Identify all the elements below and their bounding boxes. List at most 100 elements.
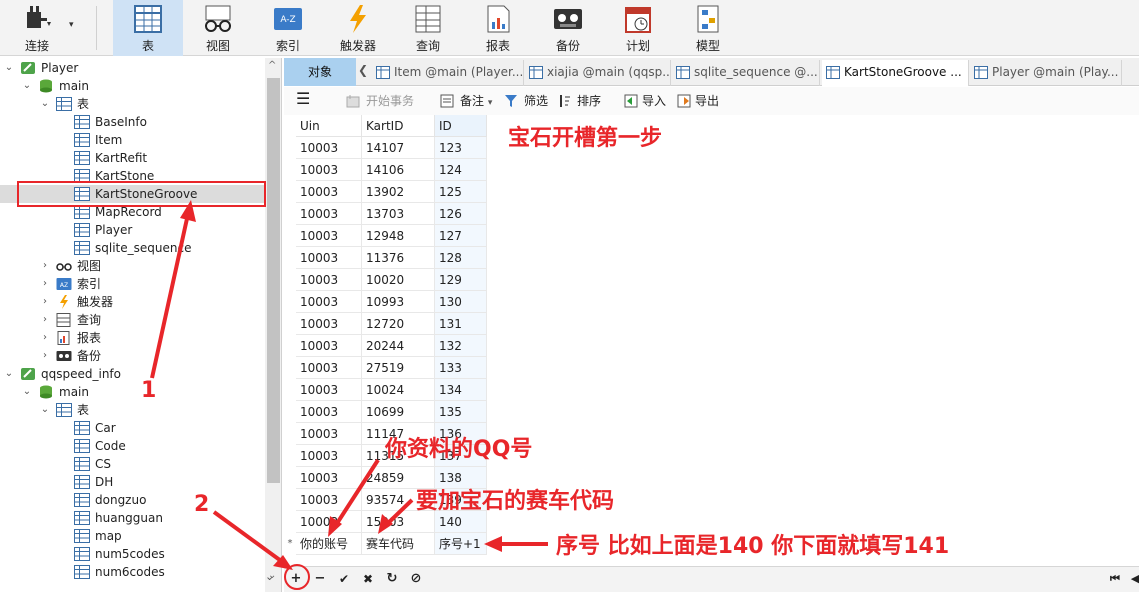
begin-transaction-button[interactable]: 开始事务 [346,92,414,110]
tree-group-reports[interactable]: › 报表 [0,329,265,347]
table-cell[interactable]: 10003 [296,159,362,181]
table-cell[interactable]: 132 [435,335,487,357]
tree-tables-folder-2[interactable]: ⌄ 表 [0,401,265,419]
new-row-id-cell[interactable]: 序号+1 [435,533,487,555]
table-cell[interactable]: 123 [435,137,487,159]
column-header-id[interactable]: ID [435,115,487,137]
table-cell[interactable]: 10003 [296,203,362,225]
tree-scrollbar[interactable]: ^ ⌄ [265,58,281,592]
trigger-button[interactable]: 触发器 [323,0,393,56]
tree-table-map[interactable]: map [0,527,265,545]
table-cell[interactable]: 10003 [296,313,362,335]
table-cell[interactable]: 13902 [362,181,435,203]
tab-scroll-left-icon[interactable]: ❮ [358,63,368,77]
new-row-kart-cell[interactable]: 赛车代码 [362,533,435,555]
sort-button[interactable]: 排序 [557,92,601,110]
table-cell[interactable]: 126 [435,203,487,225]
tree-table-kartstonegroove[interactable]: KartStoneGroove [0,185,265,203]
table-cell[interactable]: 127 [435,225,487,247]
table-cell[interactable]: 131 [435,313,487,335]
scroll-up-icon[interactable]: ^ [268,60,276,71]
chevron-right-icon[interactable]: › [40,311,50,329]
backup-button[interactable]: 备份 [533,0,603,56]
table-cell[interactable]: 125 [435,181,487,203]
model-button[interactable]: 模型 [673,0,743,56]
export-button[interactable]: 导出 [677,92,719,110]
table-cell[interactable]: 124 [435,159,487,181]
table-cell[interactable]: 10003 [296,291,362,313]
tree-group-queries[interactable]: › 查询 [0,311,265,329]
table-cell[interactable]: 10003 [296,489,362,511]
first-record-icon[interactable]: ⏮ [1106,570,1124,588]
tab-xiajia[interactable]: xiajia @main (qqsp... [525,60,671,86]
table-cell[interactable]: 134 [435,379,487,401]
table-cell[interactable]: 10020 [362,269,435,291]
table-cell[interactable]: 10003 [296,445,362,467]
tree-tables-folder[interactable]: ⌄ 表 [0,95,265,113]
report-button[interactable]: 报表 [463,0,533,56]
chevron-down-icon[interactable]: ⌄ [40,401,50,419]
tree-scrollbar-thumb[interactable] [267,78,280,483]
chevron-down-icon[interactable]: ⌄ [4,59,14,77]
add-record-button[interactable]: + [287,570,305,588]
tab-sqlite-sequence[interactable]: sqlite_sequence @... [672,60,820,86]
chevron-right-icon[interactable]: › [40,275,50,293]
tab-item[interactable]: Item @main (Player... [372,60,524,86]
import-button[interactable]: 导入 [624,92,666,110]
table-cell[interactable]: 10003 [296,181,362,203]
prev-record-icon[interactable]: ◀ [1126,570,1139,588]
tree-table-dh[interactable]: DH [0,473,265,491]
tab-objects[interactable]: 对象 [284,58,356,86]
chevron-right-icon[interactable]: › [40,293,50,311]
table-cell[interactable]: 10003 [296,335,362,357]
tree-db-player[interactable]: ⌄ Player [0,59,265,77]
tree-table-maprecord[interactable]: MapRecord [0,203,265,221]
table-cell[interactable]: 12720 [362,313,435,335]
filter-button[interactable]: 筛选 [504,92,548,110]
tree-table-dongzuo[interactable]: dongzuo [0,491,265,509]
table-cell[interactable]: 10024 [362,379,435,401]
chevron-right-icon[interactable]: › [40,257,50,275]
tree-schema-main[interactable]: ⌄ main [0,77,265,95]
table-cell[interactable]: 10003 [296,379,362,401]
table-cell[interactable]: 10003 [296,247,362,269]
table-cell[interactable]: 10003 [296,269,362,291]
table-cell[interactable]: 27519 [362,357,435,379]
table-cell[interactable]: 10003 [296,225,362,247]
tree-group-triggers[interactable]: › 触发器 [0,293,265,311]
column-header-uin[interactable]: Uin [296,115,362,137]
query-button[interactable]: 查询 [393,0,463,56]
tree-table-huangguan[interactable]: huangguan [0,509,265,527]
schedule-button[interactable]: 计划 [603,0,673,56]
connect-button[interactable]: 连接 [2,0,72,56]
tree-table-sqlite-sequence[interactable]: sqlite_sequence [0,239,265,257]
tree-table-item[interactable]: Item [0,131,265,149]
tree-table-kartrefit[interactable]: KartRefit [0,149,265,167]
table-cell[interactable]: 10993 [362,291,435,313]
chevron-down-icon[interactable]: ⌄ [22,77,32,95]
table-cell[interactable]: 10003 [296,357,362,379]
refresh-button[interactable]: ↻ [383,570,401,588]
delete-record-button[interactable]: − [311,570,329,588]
tab-player[interactable]: Player @main (Play... [970,60,1122,86]
tree-table-num6codes[interactable]: num6codes [0,563,265,581]
chevron-right-icon[interactable]: › [40,347,50,365]
table-cell[interactable]: 10003 [296,401,362,423]
tree-group-backups[interactable]: › 备份 [0,347,265,365]
tree-scroll-down-icon[interactable]: ⌄ [265,570,274,583]
discard-changes-button[interactable]: ✖ [359,570,377,588]
table-cell[interactable]: 10003 [296,423,362,445]
table-cell[interactable]: 12948 [362,225,435,247]
table-cell[interactable]: 133 [435,357,487,379]
table-cell[interactable]: 10699 [362,401,435,423]
tree-table-kartstone[interactable]: KartStone [0,167,265,185]
chevron-right-icon[interactable]: › [40,329,50,347]
table-cell[interactable]: 10003 [296,511,362,533]
column-header-kartid[interactable]: KartID [362,115,435,137]
tree-table-num5codes[interactable]: num5codes [0,545,265,563]
chevron-down-icon[interactable]: ⌄ [4,365,14,383]
table-cell[interactable]: 13703 [362,203,435,225]
note-button[interactable]: 备注 ▾ [440,92,492,110]
tree-table-code[interactable]: Code [0,437,265,455]
view-button[interactable]: 视图 [183,0,253,56]
